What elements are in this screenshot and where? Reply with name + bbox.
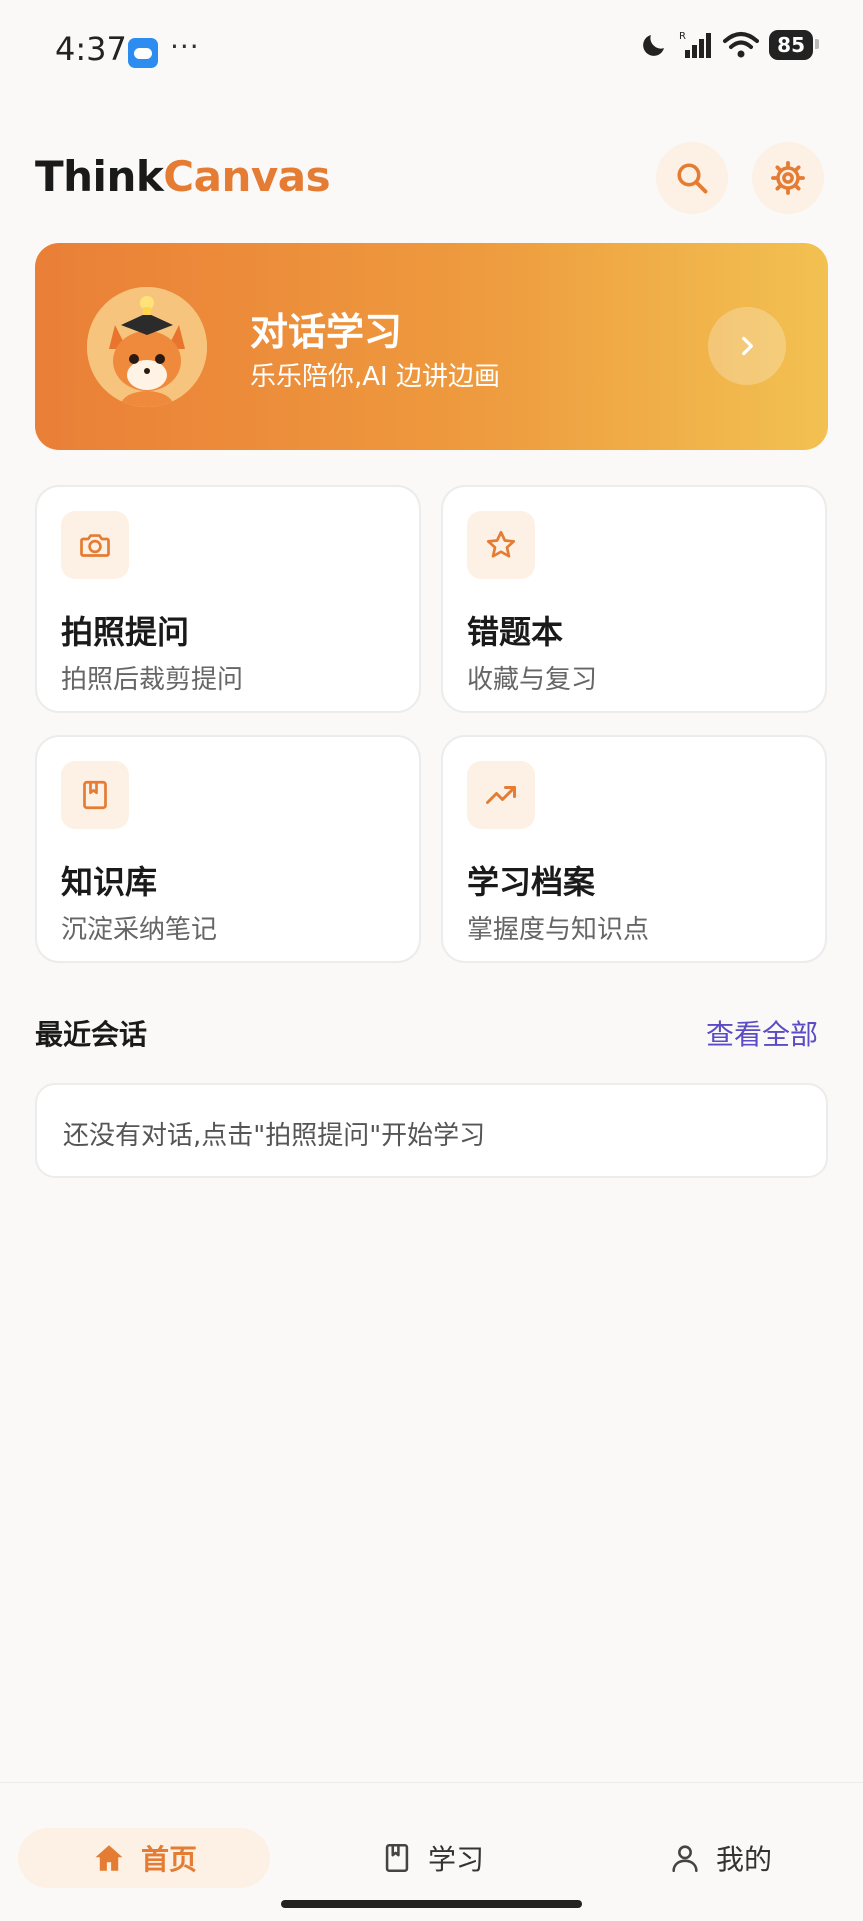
banner-arrow-button[interactable] [708,307,786,385]
photo-question-card[interactable]: 拍照提问 拍照后裁剪提问 [35,485,421,713]
signal-icon: R [679,31,712,58]
book-icon [83,780,107,810]
tab-home[interactable]: 首页 [18,1828,270,1888]
gear-icon [771,161,805,195]
banner-title: 对话学习 [250,310,403,354]
brand-think: Think [35,152,164,201]
search-icon [677,163,708,194]
star-icon [486,530,516,558]
card-title: 拍照提问 [61,613,190,651]
empty-sessions-text: 还没有对话,点击"拍照提问"开始学习 [63,1121,486,1151]
knowledge-base-card[interactable]: 知识库 沉淀采纳笔记 [35,735,421,963]
app-logo: ThinkCanvas [35,152,331,201]
card-icon-box [467,511,535,579]
brand-canvas: Canvas [163,152,331,201]
fox-mascot-icon [87,287,207,407]
learning-profile-card[interactable]: 学习档案 掌握度与知识点 [441,735,827,963]
fox-mascot-avatar [87,287,207,407]
wifi-icon [723,32,760,58]
status-icons: R 85 [639,30,819,60]
card-subtitle: 沉淀采纳笔记 [61,915,218,945]
more-notifications-icon: ··· [170,30,200,63]
card-icon-box [467,761,535,829]
card-subtitle: 拍照后裁剪提问 [61,665,244,695]
trending-up-icon [486,786,516,804]
weather-app-icon [128,38,158,68]
chevron-right-icon [742,336,753,356]
recent-sessions-title: 最近会话 [35,1018,148,1051]
svg-text:R: R [679,31,686,42]
do-not-disturb-icon [643,35,665,56]
home-icon [95,1845,123,1871]
tab-learn[interactable]: 学习 [380,1828,484,1888]
card-subtitle: 掌握度与知识点 [467,915,650,945]
tab-mine-label: 我的 [716,1843,773,1876]
card-subtitle: 收藏与复习 [467,665,598,695]
wrong-answers-card[interactable]: 错题本 收藏与复习 [441,485,827,713]
view-all-link[interactable]: 查看全部 [706,1013,818,1053]
status-bar: 4:37 ··· R 85 [0,0,863,100]
tab-home-label: 首页 [140,1843,197,1876]
tab-mine[interactable]: 我的 [668,1828,772,1888]
tab-learn-label: 学习 [428,1843,485,1876]
card-title: 学习档案 [467,863,596,901]
card-title: 知识库 [61,863,158,901]
home-indicator [281,1900,582,1908]
banner-subtitle: 乐乐陪你,AI 边讲边画 [250,362,500,392]
search-button[interactable] [656,142,728,214]
user-icon [672,1845,698,1873]
card-icon-box [61,511,129,579]
card-title: 错题本 [467,613,564,651]
chat-learning-banner[interactable]: 对话学习 乐乐陪你,AI 边讲边画 [35,243,828,450]
battery-indicator: 85 [769,30,819,60]
empty-sessions-card: 还没有对话,点击"拍照提问"开始学习 [35,1083,828,1178]
settings-button[interactable] [752,142,824,214]
status-time: 4:37 [55,30,127,68]
camera-icon [80,534,110,557]
book-icon [385,1843,409,1873]
card-icon-box [61,761,129,829]
